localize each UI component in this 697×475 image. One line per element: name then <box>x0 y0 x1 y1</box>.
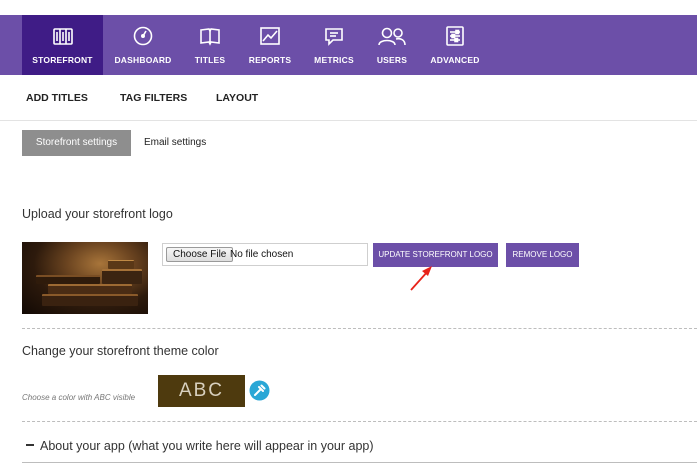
section-divider <box>22 328 697 329</box>
nav-label: METRICS <box>314 55 354 65</box>
theme-color-swatch[interactable]: ABC <box>158 375 245 407</box>
message-icon <box>323 25 345 47</box>
nav-storefront[interactable]: STOREFRONT <box>22 15 103 75</box>
nav-reports[interactable]: REPORTS <box>246 15 294 75</box>
book-icon <box>199 25 221 47</box>
chart-icon <box>259 25 281 47</box>
logo-section-title: Upload your storefront logo <box>22 207 173 221</box>
sliders-icon <box>444 25 466 47</box>
nav-titles[interactable]: TITLES <box>188 15 232 75</box>
subnav-layout[interactable]: LAYOUT <box>216 92 258 104</box>
nav-label: STOREFRONT <box>32 55 93 65</box>
nav-dashboard[interactable]: DASHBOARD <box>110 15 176 75</box>
tab-storefront-settings[interactable]: Storefront settings <box>22 130 131 156</box>
collapse-icon <box>26 444 34 447</box>
logo-preview-image <box>22 242 148 314</box>
annotation-arrow-icon <box>410 266 432 291</box>
nav-label: REPORTS <box>248 55 292 65</box>
subnav-tag-filters[interactable]: TAG FILTERS <box>120 92 187 104</box>
sub-navigation: ADD TITLES TAG FILTERS LAYOUT <box>0 75 697 121</box>
section-divider <box>22 421 697 422</box>
nav-label: USERS <box>376 55 408 65</box>
choose-file-button[interactable]: Choose File <box>166 247 234 262</box>
top-navigation: STOREFRONT DASHBOARD TITLES REPORTS METR… <box>0 15 697 75</box>
theme-section-title: Change your storefront theme color <box>22 344 219 358</box>
remove-logo-button[interactable]: REMOVE LOGO <box>506 243 579 267</box>
storefront-icon <box>52 25 74 47</box>
nav-users[interactable]: USERS <box>374 15 410 75</box>
about-app-toggle[interactable]: About your app (what you write here will… <box>22 439 374 453</box>
nav-advanced[interactable]: ADVANCED <box>430 15 480 75</box>
users-icon <box>377 25 407 47</box>
gauge-icon <box>132 25 154 47</box>
file-status-text: No file chosen <box>230 249 294 260</box>
about-section-title: About your app (what you write here will… <box>40 439 374 453</box>
nav-label: TITLES <box>194 55 226 65</box>
tab-email-settings[interactable]: Email settings <box>144 130 206 156</box>
section-divider <box>22 462 697 463</box>
nav-metrics[interactable]: METRICS <box>312 15 356 75</box>
nav-label: DASHBOARD <box>114 55 172 65</box>
nav-label: ADVANCED <box>430 55 480 65</box>
color-picker-icon[interactable] <box>249 380 270 401</box>
subnav-add-titles[interactable]: ADD TITLES <box>26 92 88 104</box>
theme-hint-text: Choose a color with ABC visible <box>22 393 136 402</box>
file-input[interactable]: Choose File No file chosen <box>162 243 368 266</box>
